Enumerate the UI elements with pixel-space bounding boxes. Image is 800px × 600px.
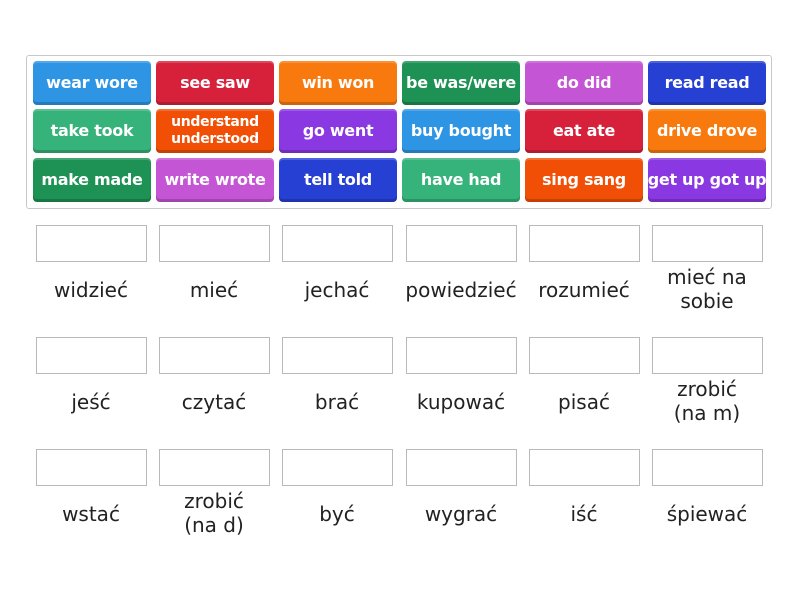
target-label: zrobić (na m) [673, 377, 741, 425]
drop-zone[interactable] [529, 449, 640, 486]
answer-tile[interactable]: wear wore [33, 61, 151, 105]
drop-zone[interactable] [159, 449, 270, 486]
target-label: brać [314, 390, 360, 414]
answer-tile[interactable]: read read [648, 61, 766, 105]
target-label: pisać [558, 390, 610, 414]
drop-zone[interactable] [36, 337, 147, 374]
target-label: kupować [416, 390, 506, 414]
answer-tile[interactable]: see saw [156, 61, 274, 105]
answer-tile[interactable]: tell told [279, 158, 397, 202]
target-label: być [319, 502, 355, 526]
target-label: zrobić (na d) [184, 489, 244, 537]
answer-tile[interactable]: make made [33, 158, 151, 202]
drop-zone[interactable] [406, 449, 517, 486]
answer-tile[interactable]: understand understood [156, 109, 274, 153]
answer-tile[interactable]: get up got up [648, 158, 767, 202]
tile-bank: wear wore see saw win won be was/were do did… [26, 55, 772, 209]
target-label: rozumieć [538, 278, 630, 302]
answer-tile[interactable]: sing sang [525, 158, 643, 202]
drop-zone[interactable] [159, 225, 270, 262]
target-label: wygrać [424, 502, 498, 526]
drop-zone[interactable] [652, 337, 763, 374]
answer-tile[interactable]: eat ate [525, 109, 643, 153]
target-label: powiedzieć [405, 278, 517, 302]
drop-zone[interactable] [282, 225, 393, 262]
answer-tile[interactable]: drive drove [648, 109, 766, 153]
answer-tile[interactable]: buy bought [402, 109, 520, 153]
drop-zone[interactable] [652, 225, 763, 262]
answer-tile[interactable]: write wrote [156, 158, 274, 202]
target-label: wstać [62, 502, 120, 526]
drop-zone[interactable] [406, 225, 517, 262]
drop-zone[interactable] [282, 449, 393, 486]
answer-tile[interactable]: be was/were [402, 61, 520, 105]
target-label: mieć na sobie [667, 265, 747, 313]
drop-zone[interactable] [529, 337, 640, 374]
drop-zone[interactable] [36, 449, 147, 486]
target-label: jechać [304, 278, 370, 302]
drop-zone[interactable] [406, 337, 517, 374]
answer-tile[interactable]: have had [402, 158, 520, 202]
drop-zone[interactable] [652, 449, 763, 486]
drop-zone[interactable] [36, 225, 147, 262]
answer-tile[interactable]: win won [279, 61, 397, 105]
target-label: jeść [71, 390, 111, 414]
target-label: iść [570, 502, 598, 526]
drop-zone[interactable] [159, 337, 270, 374]
answer-tile[interactable]: do did [525, 61, 643, 105]
drop-zone[interactable] [529, 225, 640, 262]
target-label: widzieć [54, 278, 128, 302]
drop-zone[interactable] [282, 337, 393, 374]
target-label: śpiewać [666, 502, 748, 526]
answer-tile[interactable]: take took [33, 109, 151, 153]
answer-tile[interactable]: go went [279, 109, 397, 153]
target-label: mieć [189, 278, 239, 302]
target-label: czytać [181, 390, 247, 414]
